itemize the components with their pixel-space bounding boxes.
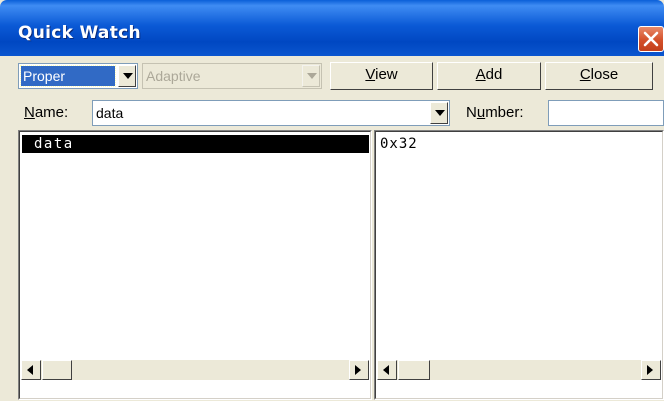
quick-watch-window: Quick Watch Proper Adaptive View Add Clo… xyxy=(0,0,664,401)
view-button[interactable]: View xyxy=(330,62,433,90)
name-label-text: ame: xyxy=(34,104,69,121)
scroll-right-button[interactable] xyxy=(641,360,661,380)
mode-select[interactable]: Proper xyxy=(18,63,138,89)
symbol-name: data xyxy=(34,136,74,152)
add-label: dd xyxy=(485,66,503,83)
number-label-pre: N xyxy=(466,104,477,121)
close-label: lose xyxy=(590,66,619,83)
scroll-right-button[interactable] xyxy=(349,360,369,380)
chevron-down-icon xyxy=(435,110,445,116)
window-close-button[interactable] xyxy=(638,26,664,52)
value-text: 0x32 xyxy=(380,136,418,152)
scroll-thumb[interactable] xyxy=(42,360,72,380)
name-row: Name: data Number: xyxy=(0,94,664,128)
scroll-left-button[interactable] xyxy=(377,360,397,380)
title-bar[interactable]: Quick Watch xyxy=(0,0,664,56)
adaptive-select-dropdown xyxy=(302,65,320,87)
number-accel: u xyxy=(476,104,486,121)
arrow-right-icon xyxy=(647,365,653,375)
symbol-list[interactable]: data xyxy=(18,130,372,400)
toolbar: Proper Adaptive View Add Close xyxy=(0,56,664,94)
number-label-text: mber: xyxy=(485,104,524,121)
value-list-frame: 0x32 xyxy=(375,131,663,399)
name-field-value: data xyxy=(96,105,124,121)
view-accel: V xyxy=(365,66,376,83)
name-label: Name: xyxy=(24,104,68,121)
chevron-down-icon xyxy=(123,73,133,79)
arrow-right-icon xyxy=(355,365,361,375)
number-field[interactable] xyxy=(548,100,664,126)
arrow-left-icon xyxy=(383,365,389,375)
close-button[interactable]: Close xyxy=(545,62,653,90)
name-accel: N xyxy=(24,104,35,121)
adaptive-select: Adaptive xyxy=(142,63,322,89)
adaptive-select-value: Adaptive xyxy=(146,68,201,84)
symbol-list-frame: data xyxy=(19,131,371,399)
number-label: Number: xyxy=(466,104,524,121)
arrow-left-icon xyxy=(27,365,33,375)
value-list-hscrollbar[interactable] xyxy=(377,360,661,380)
mode-select-value: Proper xyxy=(20,65,116,87)
add-button[interactable]: Add xyxy=(437,62,541,90)
scroll-left-button[interactable] xyxy=(21,360,41,380)
mode-select-dropdown[interactable] xyxy=(118,65,136,87)
name-field[interactable]: data xyxy=(92,100,450,126)
chevron-down-icon xyxy=(307,73,317,79)
value-list[interactable]: 0x32 xyxy=(374,130,664,400)
list-item[interactable]: data xyxy=(22,135,369,153)
view-label: iew xyxy=(375,66,398,83)
add-accel: A xyxy=(475,66,486,83)
window-title: Quick Watch xyxy=(18,23,141,43)
scroll-thumb[interactable] xyxy=(398,360,430,380)
close-accel: C xyxy=(579,66,591,83)
name-dropdown[interactable] xyxy=(430,102,448,124)
close-icon xyxy=(643,31,659,47)
symbol-list-hscrollbar[interactable] xyxy=(21,360,369,380)
